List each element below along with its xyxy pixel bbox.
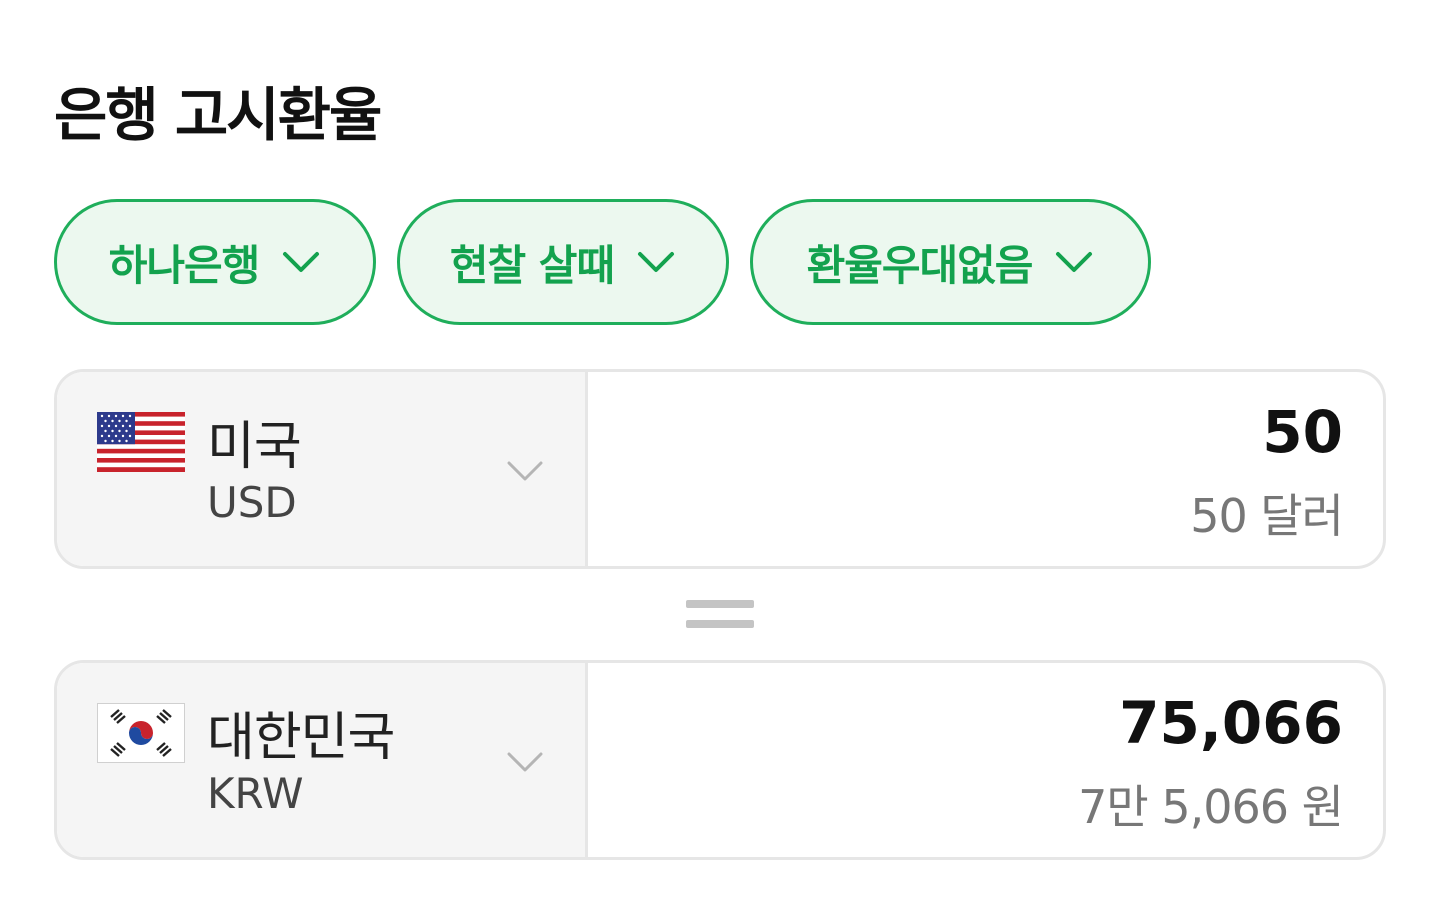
kr-flag-icon xyxy=(97,703,185,763)
trade-type-chip[interactable]: 현찰 살때 xyxy=(397,199,729,325)
from-amount-words: 50 달러 xyxy=(1190,489,1344,543)
preferential-rate-chip[interactable]: 환율우대없음 xyxy=(750,199,1151,325)
equals-icon xyxy=(686,600,754,630)
chevron-down-icon xyxy=(507,461,543,481)
from-amount-input[interactable]: 50 xyxy=(643,398,1343,466)
chevron-down-icon xyxy=(507,752,543,772)
chevron-down-icon xyxy=(1056,252,1093,272)
trade-type-label: 현찰 살때 xyxy=(449,240,615,290)
from-country-name: 미국 xyxy=(207,417,302,477)
from-currency-code: USD xyxy=(207,478,297,527)
chevron-down-icon xyxy=(283,252,320,272)
bank-select-chip[interactable]: 하나은행 xyxy=(54,199,376,325)
to-currency-box: 대한민국 KRW 75,066 7만 5,066 원 xyxy=(54,660,1386,860)
from-currency-box: 미국 USD 50 50 달러 xyxy=(54,369,1386,569)
exchange-rate-widget: 은행 고시환율 하나은행 현찰 살때 환율우대없음 미국 USD 50 50 달… xyxy=(0,0,1440,904)
to-amount-words: 7만 5,066 원 xyxy=(1078,780,1344,834)
from-currency-selector[interactable]: 미국 USD xyxy=(57,372,588,566)
to-amount-input[interactable]: 75,066 xyxy=(643,689,1343,757)
preferential-rate-label: 환율우대없음 xyxy=(806,240,1034,290)
bank-select-label: 하나은행 xyxy=(108,240,261,290)
to-currency-selector[interactable]: 대한민국 KRW xyxy=(57,663,588,857)
us-flag-icon xyxy=(97,412,185,472)
to-currency-code: KRW xyxy=(207,769,304,818)
chevron-down-icon xyxy=(638,252,675,272)
page-title: 은행 고시환율 xyxy=(54,81,382,149)
to-country-name: 대한민국 xyxy=(207,708,395,768)
